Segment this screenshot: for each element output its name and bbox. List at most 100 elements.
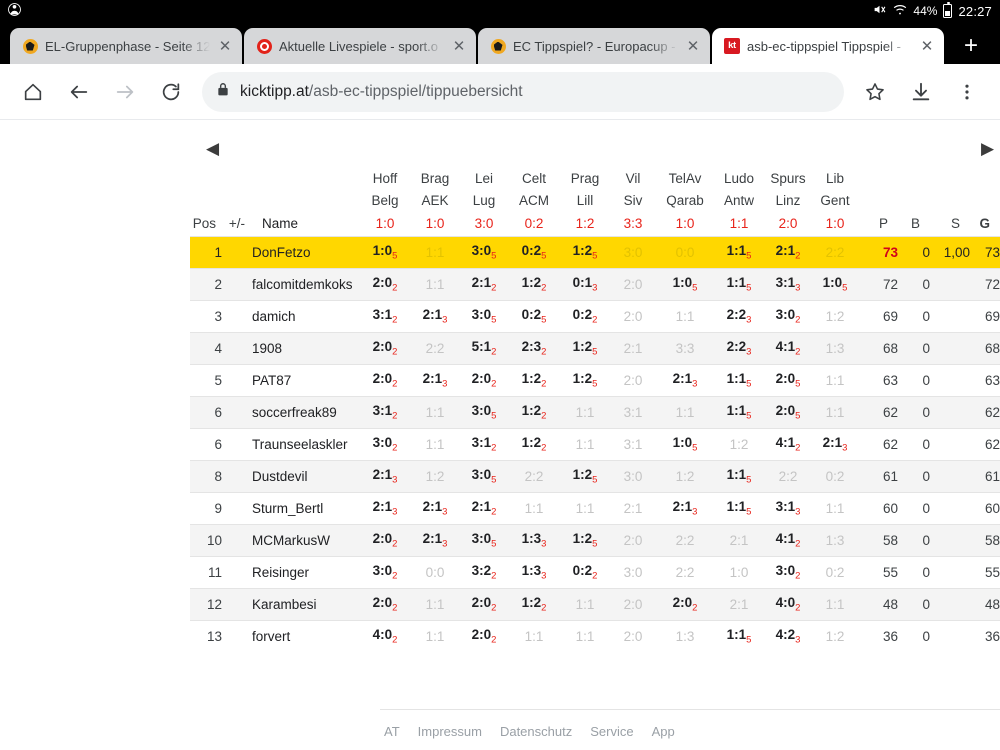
tip-score: 1:1 bbox=[425, 597, 445, 612]
row-tip-cell: 3:02 bbox=[360, 556, 411, 589]
browser-tab-4-active[interactable]: kt asb-ec-tippspiel Tippspiel - ✕ bbox=[712, 28, 944, 64]
tip-points: 3 bbox=[442, 538, 448, 550]
browser-tab-1[interactable]: EL-Gruppenphase - Seite 12 ✕ bbox=[10, 28, 242, 64]
tip-score: 1:2 bbox=[729, 437, 749, 452]
row-player-name[interactable]: Reisinger bbox=[252, 556, 361, 589]
row-tip-cell: 2:1 bbox=[714, 588, 765, 621]
home-icon[interactable] bbox=[10, 69, 56, 115]
tip-score: 0:2 bbox=[572, 563, 593, 579]
download-icon[interactable] bbox=[898, 69, 944, 115]
row-tip-cell: 1:2 bbox=[410, 460, 461, 493]
row-player-name[interactable]: damich bbox=[252, 300, 361, 333]
column-header-points: P bbox=[879, 216, 889, 231]
footer-link-datenschutz[interactable]: Datenschutz bbox=[500, 724, 572, 739]
row-plusminus bbox=[222, 428, 252, 461]
table-row[interactable]: 9 Sturm_Bertl 2:13 2:13 2:12 1:1 1:1 2:1 2:13 1:1… bbox=[190, 492, 1000, 525]
tip-score: 2:0 bbox=[623, 277, 643, 292]
table-body: 1 DonFetzo 1:05 1:1 3:05 0:25 1:25 3:0 0:0 1:15 2:… bbox=[190, 236, 1000, 653]
row-tip-cell: 1:22 bbox=[508, 396, 561, 429]
tab-close-icon[interactable]: ✕ bbox=[217, 38, 233, 54]
table-row[interactable]: 13 forvert 4:02 1:1 2:02 1:1 1:1 2:0 1:3 1:15 4:23… bbox=[190, 620, 1000, 653]
next-matchday-arrow[interactable]: ▶ bbox=[858, 128, 1000, 168]
row-position: 5 bbox=[190, 364, 222, 397]
row-tip-cell: 2:0 bbox=[610, 524, 657, 557]
table-row[interactable]: 8 Dustdevil 2:13 1:2 3:05 2:2 1:25 3:0 1:2 1:15 2:… bbox=[190, 460, 1000, 493]
row-tip-cell: 0:13 bbox=[560, 268, 611, 301]
header-spacer bbox=[190, 168, 360, 190]
row-plusminus bbox=[222, 236, 252, 269]
footer-link-at[interactable]: AT bbox=[384, 724, 400, 739]
table-row[interactable]: 12 Karambesi 2:02 1:1 2:02 1:22 1:1 2:0 2:02 2:1 4… bbox=[190, 588, 1000, 621]
row-player-name[interactable]: Karambesi bbox=[252, 588, 361, 621]
match-home-team: Brag bbox=[420, 171, 450, 186]
row-player-name[interactable]: soccerfreak89 bbox=[252, 396, 361, 429]
table-row[interactable]: 1 DonFetzo 1:05 1:1 3:05 0:25 1:25 3:0 0:0 1:15 2:… bbox=[190, 236, 1000, 269]
row-tip-cell: 1:22 bbox=[508, 588, 561, 621]
match-home-team: Ludo bbox=[723, 171, 755, 186]
back-arrow-icon[interactable] bbox=[56, 69, 102, 115]
android-status-bar: 44% 22:27 bbox=[0, 0, 1000, 22]
reload-icon[interactable] bbox=[148, 69, 194, 115]
row-total: 63 bbox=[970, 364, 1000, 397]
tip-score: 1:1 bbox=[575, 501, 595, 516]
footer-link-app[interactable]: App bbox=[652, 724, 675, 739]
row-plusminus bbox=[222, 364, 252, 397]
row-tip-cell: 2:2 bbox=[508, 460, 561, 493]
table-row[interactable]: 6 Traunseelaskler 3:02 1:1 3:12 1:22 1:1 3:1 1:0… bbox=[190, 428, 1000, 461]
tip-points: 3 bbox=[392, 506, 398, 518]
new-tab-button[interactable]: + bbox=[954, 28, 988, 64]
browser-tab-2[interactable]: Aktuelle Livespiele - sport.o ✕ bbox=[244, 28, 476, 64]
row-player-name[interactable]: forvert bbox=[252, 620, 361, 653]
table-row[interactable]: 3 damich 3:12 2:13 3:05 0:25 0:22 2:0 1:1 2:23 3:0… bbox=[190, 300, 1000, 333]
row-tip-cell: 1:1 bbox=[656, 300, 715, 333]
row-bonus: 0 bbox=[898, 524, 931, 557]
row-player-name[interactable]: DonFetzo bbox=[252, 236, 361, 269]
row-player-name[interactable]: PAT87 bbox=[252, 364, 361, 397]
row-tip-cell: 2:13 bbox=[656, 492, 715, 525]
table-row[interactable]: 2 falcomitdemkoks 2:02 1:1 2:12 1:22 0:13 2:0 1:… bbox=[190, 268, 1000, 301]
tab-close-icon[interactable]: ✕ bbox=[685, 38, 701, 54]
star-icon[interactable] bbox=[852, 69, 898, 115]
tip-score: 1:2 bbox=[572, 243, 593, 259]
row-player-name[interactable]: Traunseelaskler bbox=[252, 428, 361, 461]
row-tip-cell: 1:1 bbox=[656, 396, 715, 429]
three-dot-menu-icon[interactable] bbox=[944, 69, 990, 115]
row-tip-cell: 3:0 bbox=[610, 236, 657, 269]
match-away-team: Belg bbox=[371, 193, 399, 208]
table-row[interactable]: 4 1908 2:02 2:2 5:12 2:32 1:25 2:1 3:3 2:23 4:12 1:… bbox=[190, 332, 1000, 365]
table-row[interactable]: 11 Reisinger 3:02 0:0 3:22 1:33 0:22 3:0 2:2 1:0 3… bbox=[190, 556, 1000, 589]
prev-matchday-arrow[interactable]: ◀ bbox=[190, 128, 360, 168]
row-player-name[interactable]: Sturm_Bertl bbox=[252, 492, 361, 525]
row-player-name[interactable]: falcomitdemkoks bbox=[252, 268, 361, 301]
row-tip-cell: 1:2 bbox=[714, 428, 765, 461]
address-bar[interactable]: kicktipp.at/asb-ec-tippspiel/tippuebersi… bbox=[202, 71, 844, 112]
row-tip-cell: 2:02 bbox=[460, 364, 509, 397]
tab-close-icon[interactable]: ✕ bbox=[919, 38, 935, 54]
row-player-name[interactable]: Dustdevil bbox=[252, 460, 361, 493]
tip-points: 3 bbox=[392, 474, 398, 486]
tip-score: 2:1 bbox=[672, 371, 693, 387]
row-tip-cell: 1:1 bbox=[560, 428, 611, 461]
row-player-name[interactable]: MCMarkusW bbox=[252, 524, 361, 557]
tip-score: 3:1 bbox=[372, 403, 393, 419]
table-row[interactable]: 6 soccerfreak89 3:12 1:1 3:05 1:22 1:1 3:1 1:1 1:… bbox=[190, 396, 1000, 429]
table-row[interactable]: 10 MCMarkusW 2:02 2:13 3:05 1:33 1:25 2:0 2:2 2:1… bbox=[190, 524, 1000, 557]
row-player-name[interactable]: 1908 bbox=[252, 332, 361, 365]
row-total: 62 bbox=[970, 396, 1000, 429]
row-tip-cell: 1:3 bbox=[812, 524, 859, 557]
status-bar-right: 44% 22:27 bbox=[872, 2, 992, 19]
table-row[interactable]: 5 PAT87 2:02 2:13 2:02 1:22 1:25 2:0 2:13 1:15 2:0… bbox=[190, 364, 1000, 397]
row-tip-cell: 2:32 bbox=[508, 332, 561, 365]
tip-points: 2 bbox=[541, 602, 547, 614]
tip-score: 1:0 bbox=[729, 565, 749, 580]
row-tip-cell: 0:0 bbox=[656, 236, 715, 269]
footer-link-impressum[interactable]: Impressum bbox=[418, 724, 482, 739]
footer-link-service[interactable]: Service bbox=[590, 724, 633, 739]
tip-score: 2:1 bbox=[623, 341, 643, 356]
tab-close-icon[interactable]: ✕ bbox=[451, 38, 467, 54]
browser-tab-3[interactable]: EC Tippspiel? - Europacup - ✕ bbox=[478, 28, 710, 64]
row-tip-cell: 1:1 bbox=[812, 588, 859, 621]
tip-score: 1:3 bbox=[825, 533, 845, 548]
row-position: 1 bbox=[190, 236, 222, 269]
row-tip-cell: 1:15 bbox=[714, 460, 765, 493]
